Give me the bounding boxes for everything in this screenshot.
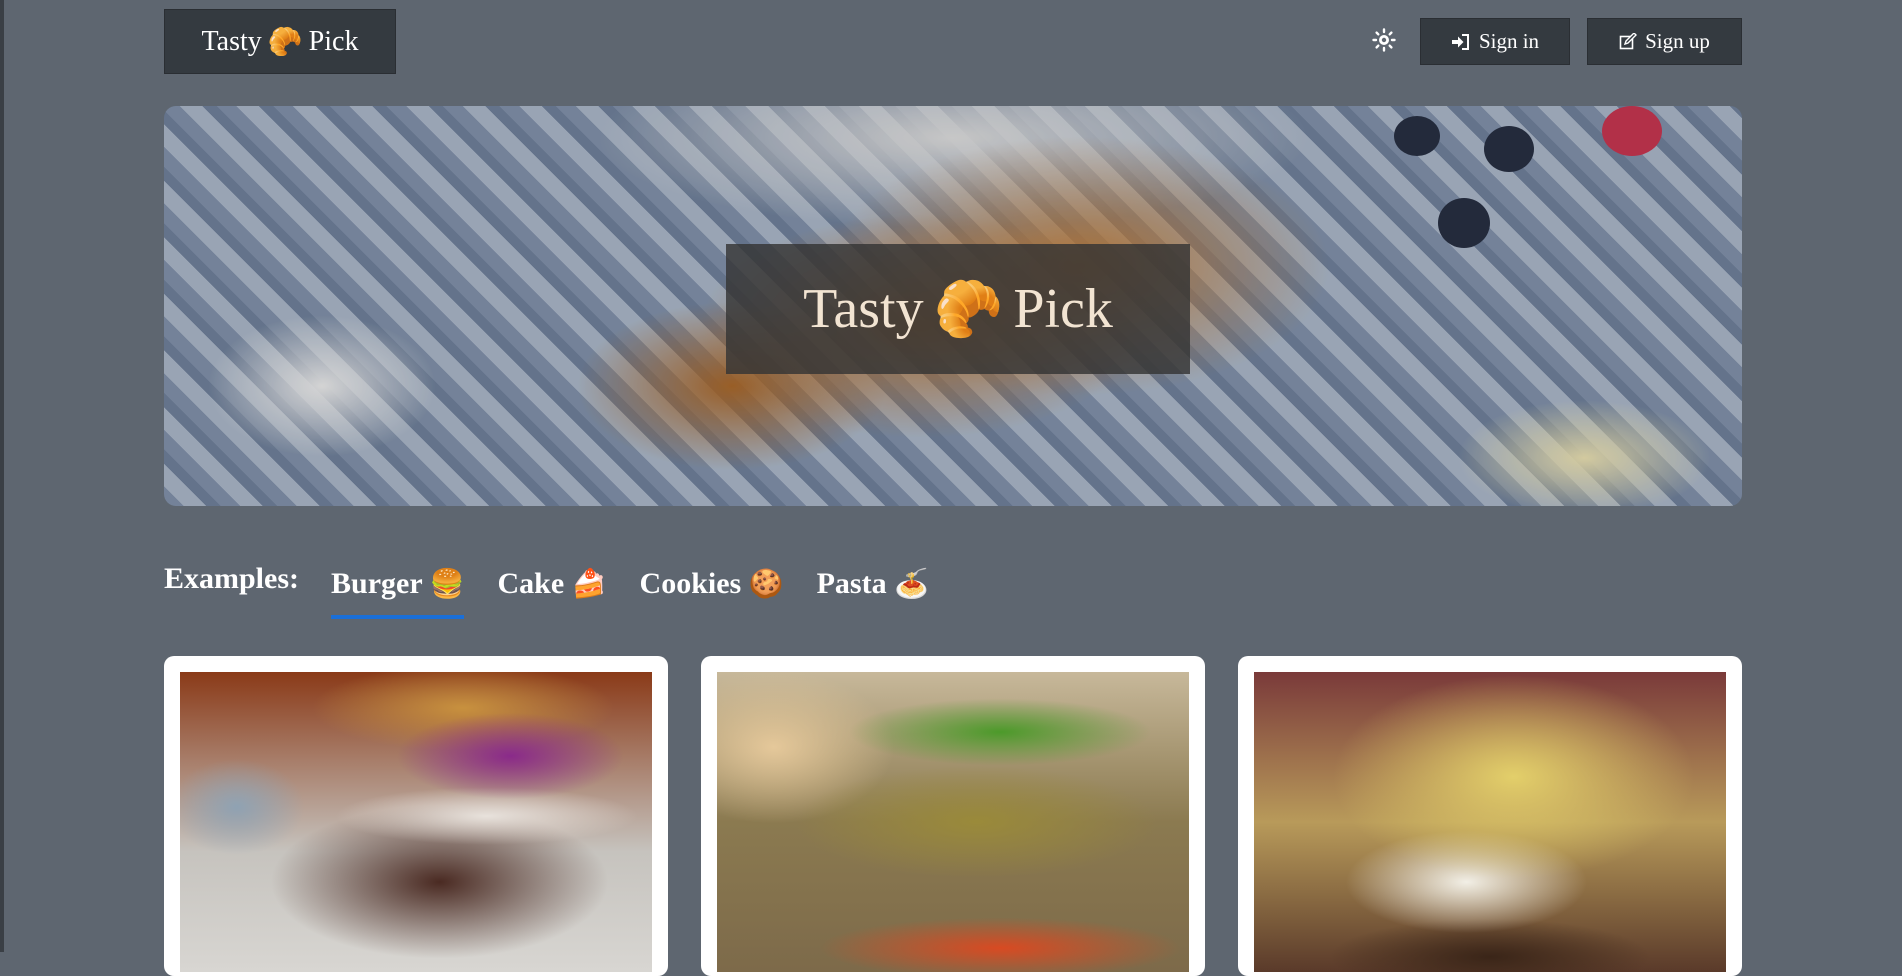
examples-label: Examples: <box>164 562 299 595</box>
pasta-icon: 🍝 <box>894 567 929 600</box>
tab-cookies[interactable]: Cookies 🍪 <box>640 567 784 619</box>
croissant-icon: 🥐 <box>267 25 303 58</box>
tab-burger[interactable]: Burger 🍔 <box>331 567 465 619</box>
brand-logo[interactable]: Tasty 🥐 Pick <box>164 9 396 74</box>
recipe-card[interactable] <box>701 656 1205 976</box>
hero-banner: Tasty 🥐 Pick <box>164 106 1742 506</box>
tab-label: Burger <box>331 567 423 600</box>
recipe-card[interactable] <box>164 656 668 976</box>
recipe-photo <box>1254 672 1726 972</box>
recipe-photo <box>717 672 1189 972</box>
sun-icon <box>1372 28 1396 52</box>
examples-tabs: Examples: Burger 🍔 Cake 🍰 Cookies 🍪 Past… <box>164 562 962 619</box>
sign-in-label: Sign in <box>1478 29 1540 53</box>
hero-title-left: Tasty <box>803 278 924 340</box>
sign-up-label: Sign up <box>1645 29 1710 53</box>
sign-in-button[interactable]: Sign in <box>1420 18 1570 65</box>
croissant-icon: 🥐 <box>933 277 1004 342</box>
tab-pasta[interactable]: Pasta 🍝 <box>817 567 929 619</box>
blueberry <box>1394 116 1440 156</box>
burger-icon: 🍔 <box>429 567 465 600</box>
blueberry <box>1484 126 1534 172</box>
tab-label: Pasta <box>816 567 887 600</box>
theme-toggle-button[interactable] <box>1370 26 1398 54</box>
cake-icon: 🍰 <box>571 567 607 600</box>
tab-cake[interactable]: Cake 🍰 <box>497 567 606 619</box>
edit-icon <box>1619 32 1638 49</box>
hero-title: Tasty 🥐 Pick <box>726 244 1190 374</box>
tab-label: Cookies <box>639 567 742 600</box>
tab-label: Cake <box>497 567 565 600</box>
recipe-card[interactable] <box>1238 656 1742 976</box>
sign-in-icon <box>1451 33 1469 50</box>
brand-text-right: Pick <box>308 25 359 57</box>
raspberry <box>1602 106 1662 156</box>
recipe-photo <box>180 672 652 972</box>
cookie-icon: 🍪 <box>748 567 784 600</box>
blueberry <box>1438 198 1490 248</box>
hero-title-right: Pick <box>1013 278 1113 340</box>
brand-text-left: Tasty <box>201 25 262 57</box>
sign-up-button[interactable]: Sign up <box>1587 18 1742 65</box>
